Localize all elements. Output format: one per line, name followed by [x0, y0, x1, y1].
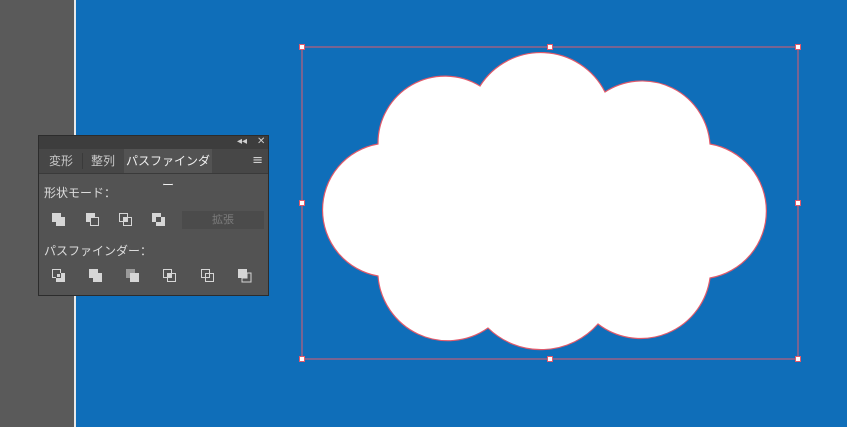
handle-top-left[interactable]: [299, 44, 305, 50]
handle-top-right[interactable]: [795, 44, 801, 50]
divide-button[interactable]: [50, 267, 68, 285]
crop-button[interactable]: [161, 267, 179, 285]
trim-icon: [89, 269, 102, 282]
pathfinder-panel: ◂◂ ✕ 変形 整列 パスファインダー ≡ 形状モード： 拡張 パスファインダー…: [38, 135, 269, 296]
panel-menu-icon[interactable]: ≡: [252, 154, 263, 168]
minus-back-icon: [238, 269, 252, 283]
handle-bottom-left[interactable]: [299, 356, 305, 362]
handle-bottom-middle[interactable]: [547, 356, 553, 362]
tab-pathfinder[interactable]: パスファインダー: [124, 149, 212, 192]
panel-tab-row: 変形 整列 パスファインダー ≡: [39, 149, 268, 192]
unite-icon: [52, 213, 65, 226]
intersect-button[interactable]: [117, 211, 135, 229]
crop-icon: [163, 269, 176, 282]
minus-front-button[interactable]: [84, 211, 102, 229]
cloud-shape[interactable]: [321, 52, 767, 351]
divide-icon: [52, 269, 65, 282]
tab-transform[interactable]: 変形: [41, 149, 81, 173]
outline-button[interactable]: [199, 267, 217, 285]
minus-back-button[interactable]: [236, 267, 254, 285]
shape-modes-label: 形状モード：: [44, 186, 117, 200]
intersect-icon: [119, 213, 132, 226]
exclude-icon: [152, 213, 165, 226]
pathfinders-label: パスファインダー：: [44, 244, 153, 258]
merge-button[interactable]: [124, 267, 142, 285]
handle-middle-left[interactable]: [299, 200, 305, 206]
collapse-panel-icon[interactable]: ◂◂: [237, 135, 247, 148]
panel-titlebar[interactable]: ◂◂ ✕: [39, 136, 268, 149]
merge-icon: [126, 269, 139, 282]
minus-front-icon: [86, 213, 99, 226]
expand-button[interactable]: 拡張: [182, 211, 264, 229]
unite-button[interactable]: [50, 211, 68, 229]
outline-icon: [201, 269, 214, 282]
close-panel-icon[interactable]: ✕: [257, 135, 265, 148]
handle-bottom-right[interactable]: [795, 356, 801, 362]
handle-middle-right[interactable]: [795, 200, 801, 206]
handle-top-middle[interactable]: [547, 44, 553, 50]
trim-button[interactable]: [87, 267, 105, 285]
tab-align[interactable]: 整列: [83, 149, 123, 173]
exclude-button[interactable]: [150, 211, 168, 229]
